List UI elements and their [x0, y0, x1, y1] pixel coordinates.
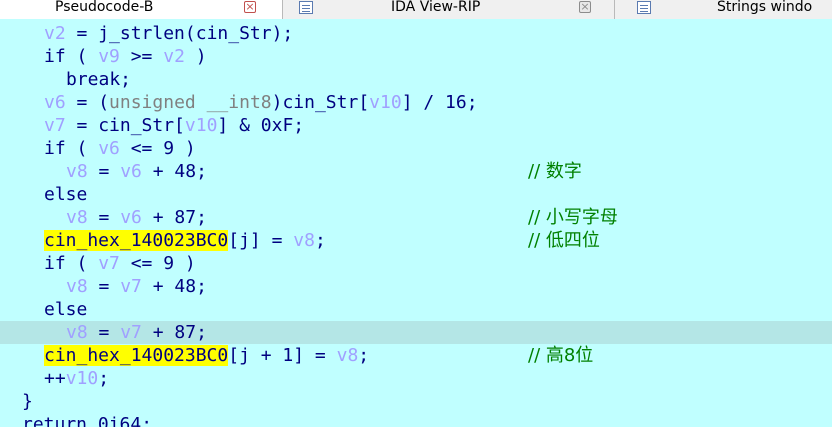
code-line[interactable]: v2 = j_strlen(cin_Str); — [0, 22, 832, 45]
code-text: else — [44, 299, 88, 320]
code-text: v7 = cin_Str[v10] & 0xF; — [44, 115, 305, 136]
code-line[interactable]: } — [0, 390, 832, 413]
tab-pseudocode[interactable]: Pseudocode-B × — [0, 0, 283, 20]
code-line[interactable]: v7 = cin_Str[v10] & 0xF; — [0, 114, 832, 137]
code-comment: // 小写字母 — [528, 207, 618, 228]
code-text: if ( v9 >= v2 ) — [44, 46, 207, 67]
code-line[interactable]: else — [0, 183, 832, 206]
tab-strings-label: Strings windo — [717, 0, 813, 15]
tab-pseudocode-close-icon[interactable]: × — [244, 1, 256, 13]
code-text: return 0i64; — [22, 414, 153, 427]
code-text: cin_hex_140023BC0[j + 1] = v8; — [44, 345, 370, 366]
code-line[interactable]: cin_hex_140023BC0[j + 1] = v8; // 高8位 — [0, 344, 832, 367]
code-text: v8 = v6 + 48; — [66, 161, 207, 182]
code-comment: // 低四位 — [528, 230, 600, 251]
strings-window-icon — [637, 1, 651, 14]
tab-strings[interactable]: Strings windo — [615, 0, 832, 19]
code-line[interactable]: cin_hex_140023BC0[j] = v8; // 低四位 — [0, 229, 832, 252]
code-comment: // 数字 — [528, 161, 582, 182]
code-text: if ( v6 <= 9 ) — [44, 138, 196, 159]
code-text: v8 = v7 + 87; — [66, 322, 207, 343]
code-line[interactable]: v6 = (unsigned __int8)cin_Str[v10] / 16; — [0, 91, 832, 114]
code-text: break; — [66, 69, 132, 90]
code-text: cin_hex_140023BC0[j] = v8; — [44, 230, 326, 251]
tab-ida-view-label: IDA View-RIP — [391, 0, 481, 15]
ida-window: Pseudocode-B × IDA View-RIP × Strings wi… — [0, 0, 832, 427]
tab-ida-view-close-icon[interactable]: × — [579, 1, 591, 13]
code-line[interactable]: v8 = v6 + 87; // 小写字母 — [0, 206, 832, 229]
code-text: v8 = v7 + 48; — [66, 276, 207, 297]
code-text: if ( v7 <= 9 ) — [44, 253, 196, 274]
code-line[interactable]: else — [0, 298, 832, 321]
code-line[interactable]: if ( v9 >= v2 ) — [0, 45, 832, 68]
code-text: ++v10; — [44, 368, 110, 389]
code-line[interactable]: if ( v7 <= 9 ) — [0, 252, 832, 275]
code-line[interactable]: ++v10; — [0, 367, 832, 390]
disassembly-view-icon — [299, 1, 313, 14]
tab-pseudocode-label: Pseudocode-B — [55, 0, 154, 15]
tab-ida-view[interactable]: IDA View-RIP × — [283, 0, 615, 19]
code-text: v8 = v6 + 87; — [66, 207, 207, 228]
current-code-line[interactable]: v8 = v7 + 87; — [0, 321, 832, 344]
code-line[interactable]: break; — [0, 68, 832, 91]
code-line[interactable]: v8 = v7 + 48; — [0, 275, 832, 298]
pseudocode-view[interactable]: v2 = j_strlen(cin_Str); if ( v9 >= v2 ) … — [0, 19, 832, 427]
code-line[interactable]: if ( v6 <= 9 ) — [0, 137, 832, 160]
code-text: } — [22, 391, 33, 412]
code-text: v6 = (unsigned __int8)cin_Str[v10] / 16; — [44, 92, 478, 113]
code-line[interactable]: v8 = v6 + 48; // 数字 — [0, 160, 832, 183]
code-text: else — [44, 184, 88, 205]
code-line[interactable]: return 0i64; — [0, 413, 832, 427]
code-comment: // 高8位 — [528, 345, 594, 366]
code-text: v2 = j_strlen(cin_Str); — [44, 23, 294, 44]
tab-bar: Pseudocode-B × IDA View-RIP × Strings wi… — [0, 0, 832, 20]
